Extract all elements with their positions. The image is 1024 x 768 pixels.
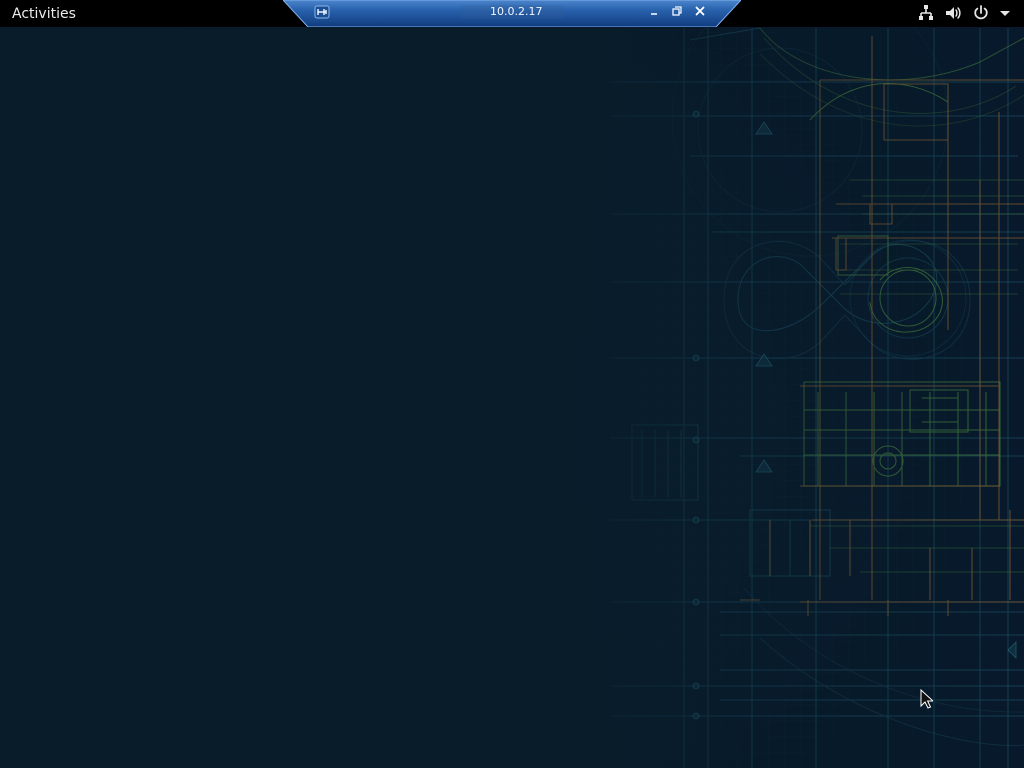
remote-desktop-screen: Activities 10.0.2.17 — [0, 0, 1024, 768]
pin-icon[interactable] — [314, 5, 330, 19]
blueprint-wallpaper — [0, 0, 1024, 768]
left-fade-overlay — [0, 28, 1024, 768]
remote-host-address: 10.0.2.17 — [490, 5, 543, 18]
activities-button[interactable]: Activities — [12, 5, 76, 23]
chevron-down-icon[interactable] — [996, 3, 1014, 23]
volume-icon[interactable] — [943, 3, 963, 23]
system-status-tray[interactable] — [912, 3, 1014, 23]
remote-connection-bar[interactable]: 10.0.2.17 — [283, 0, 741, 27]
close-icon[interactable] — [694, 5, 706, 17]
network-icon[interactable] — [916, 3, 936, 23]
restore-icon[interactable] — [671, 5, 683, 17]
power-icon[interactable] — [971, 3, 991, 23]
minimize-icon[interactable] — [648, 5, 660, 17]
